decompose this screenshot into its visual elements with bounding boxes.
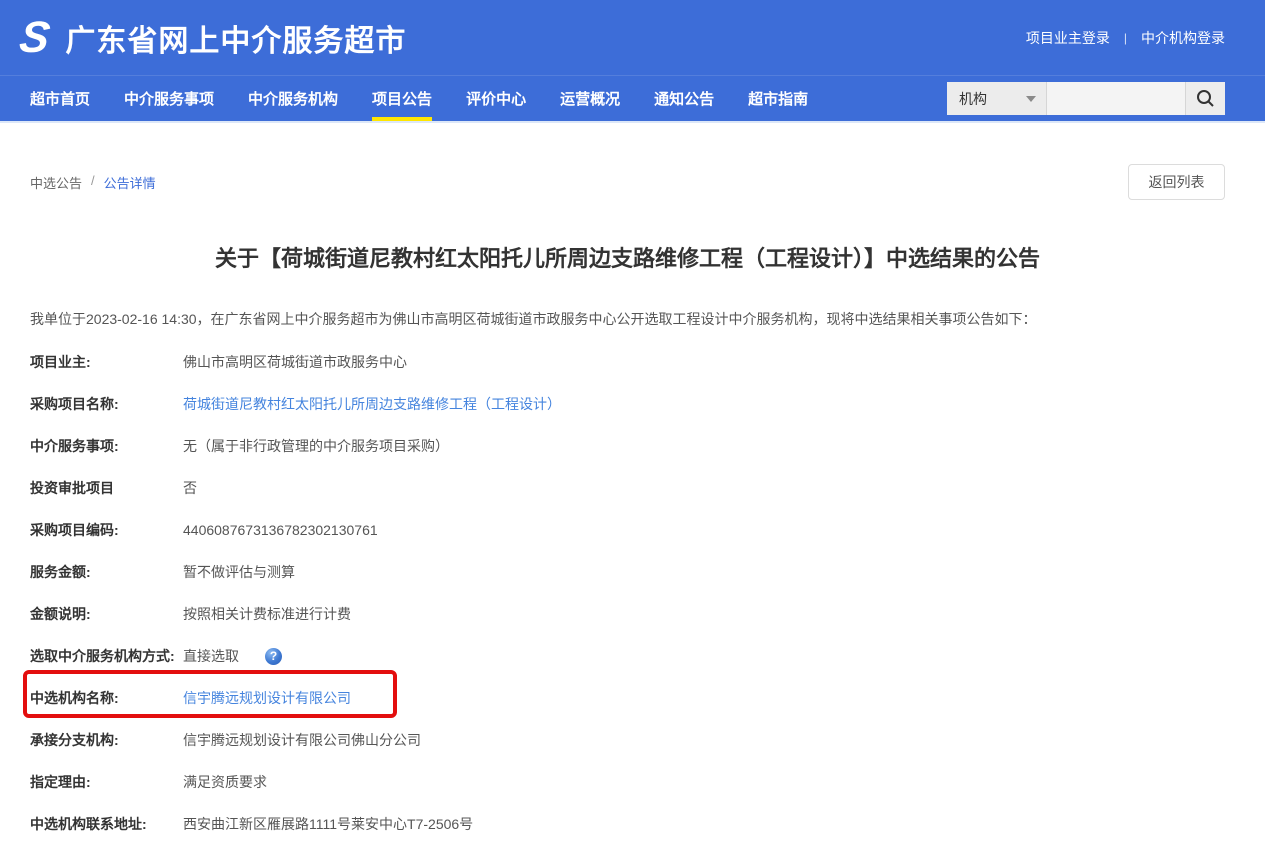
field-label: 金额说明: bbox=[30, 604, 183, 624]
breadcrumb-parent[interactable]: 中选公告 bbox=[30, 173, 82, 192]
breadcrumb-current: 公告详情 bbox=[104, 173, 156, 192]
field-row: 中介服务事项:无（属于非行政管理的中介服务项目采购） bbox=[30, 425, 1225, 467]
field-value-link[interactable]: 荷城街道尼教村红太阳托儿所周边支路维修工程（工程设计） bbox=[183, 394, 561, 414]
breadcrumb-separator: / bbox=[91, 173, 95, 192]
nav-item[interactable]: 通知公告 bbox=[654, 76, 714, 121]
brand: S 广东省网上中介服务超市 bbox=[20, 16, 406, 60]
search-box: 机构 bbox=[947, 82, 1225, 115]
site-title: 广东省网上中介服务超市 bbox=[65, 16, 406, 60]
login-links: 项目业主登录 | 中介机构登录 bbox=[1026, 28, 1225, 48]
field-value: 按照相关计费标准进行计费 bbox=[183, 604, 351, 624]
field-row: 承接分支机构:信宇腾远规划设计有限公司佛山分公司 bbox=[30, 719, 1225, 761]
fields: 项目业主:佛山市高明区荷城街道市政服务中心采购项目名称:荷城街道尼教村红太阳托儿… bbox=[30, 341, 1225, 845]
field-row: 金额说明:按照相关计费标准进行计费 bbox=[30, 593, 1225, 635]
field-label: 投资审批项目 bbox=[30, 478, 183, 498]
nav-item[interactable]: 评价中心 bbox=[466, 76, 526, 121]
field-value: 西安曲江新区雁展路1111号莱安中心T7-2506号 bbox=[183, 814, 473, 834]
field-label: 中选机构名称: bbox=[30, 688, 183, 708]
field-row: 投资审批项目否 bbox=[30, 467, 1225, 509]
search-category-dropdown[interactable]: 机构 bbox=[947, 82, 1047, 115]
page-title: 关于【荷城街道尼教村红太阳托儿所周边支路维修工程（工程设计）】中选结果的公告 bbox=[30, 246, 1225, 272]
field-value: 佛山市高明区荷城街道市政服务中心 bbox=[183, 352, 407, 372]
field-value-link[interactable]: 信宇腾远规划设计有限公司 bbox=[183, 688, 351, 708]
search-category-value: 机构 bbox=[959, 89, 987, 109]
field-row: 采购项目名称:荷城街道尼教村红太阳托儿所周边支路维修工程（工程设计） bbox=[30, 383, 1225, 425]
main-nav: 超市首页中介服务事项中介服务机构项目公告评价中心运营概况通知公告超市指南 机构 bbox=[0, 75, 1265, 123]
field-label: 选取中介服务机构方式: bbox=[30, 646, 183, 666]
field-label: 采购项目名称: bbox=[30, 394, 183, 414]
intermediary-login-link[interactable]: 中介机构登录 bbox=[1141, 28, 1225, 48]
field-value: 信宇腾远规划设计有限公司佛山分公司 bbox=[183, 730, 421, 750]
breadcrumb: 中选公告 / 公告详情 bbox=[30, 164, 156, 192]
project-owner-login-link[interactable]: 项目业主登录 bbox=[1026, 28, 1110, 48]
nav-item[interactable]: 中介服务机构 bbox=[248, 76, 338, 121]
field-value: 4406087673136782302130761 bbox=[183, 522, 378, 538]
field-label: 采购项目编码: bbox=[30, 520, 183, 540]
help-icon[interactable]: ? bbox=[265, 648, 282, 665]
field-label: 指定理由: bbox=[30, 772, 183, 792]
nav-item[interactable]: 中介服务事项 bbox=[124, 76, 214, 121]
field-value: 无（属于非行政管理的中介服务项目采购） bbox=[183, 436, 449, 456]
field-row: 采购项目编码:4406087673136782302130761 bbox=[30, 509, 1225, 551]
field-label: 中选机构联系地址: bbox=[30, 814, 183, 834]
nav-item-active[interactable]: 项目公告 bbox=[372, 76, 432, 121]
back-to-list-button[interactable]: 返回列表 bbox=[1128, 164, 1225, 200]
field-label: 承接分支机构: bbox=[30, 730, 183, 750]
nav-item[interactable]: 超市指南 bbox=[748, 76, 808, 121]
field-row: 中选机构名称:信宇腾远规划设计有限公司 bbox=[30, 677, 1225, 719]
field-label: 服务金额: bbox=[30, 562, 183, 582]
field-row: 服务金额:暂不做评估与测算 bbox=[30, 551, 1225, 593]
search-input[interactable] bbox=[1047, 82, 1185, 115]
field-value: 否 bbox=[183, 478, 197, 498]
field-row: 选取中介服务机构方式:直接选取? bbox=[30, 635, 1225, 677]
field-value: 满足资质要求 bbox=[183, 772, 267, 792]
crumb-row: 中选公告 / 公告详情 返回列表 bbox=[30, 164, 1225, 200]
intro-paragraph: 我单位于2023-02-16 14:30，在广东省网上中介服务超市为佛山市高明区… bbox=[30, 309, 1225, 330]
field-value: 暂不做评估与测算 bbox=[183, 562, 295, 582]
chevron-down-icon bbox=[1026, 96, 1036, 102]
field-label: 项目业主: bbox=[30, 352, 183, 372]
search-icon bbox=[1196, 89, 1215, 108]
nav-item[interactable]: 超市首页 bbox=[30, 76, 90, 121]
site-header: S 广东省网上中介服务超市 项目业主登录 | 中介机构登录 bbox=[0, 0, 1265, 75]
search-button[interactable] bbox=[1185, 82, 1225, 115]
announcement-page: 中选公告 / 公告详情 返回列表 关于【荷城街道尼教村红太阳托儿所周边支路维修工… bbox=[0, 164, 1265, 845]
field-row: 项目业主:佛山市高明区荷城街道市政服务中心 bbox=[30, 341, 1225, 383]
nav-item[interactable]: 运营概况 bbox=[560, 76, 620, 121]
login-separator: | bbox=[1124, 31, 1127, 45]
site-logo-icon: S bbox=[17, 16, 57, 60]
field-label: 中介服务事项: bbox=[30, 436, 183, 456]
field-row: 中选机构联系地址:西安曲江新区雁展路1111号莱安中心T7-2506号 bbox=[30, 803, 1225, 845]
field-row: 指定理由:满足资质要求 bbox=[30, 761, 1225, 803]
field-value: 直接选取 bbox=[183, 646, 239, 666]
nav-items: 超市首页中介服务事项中介服务机构项目公告评价中心运营概况通知公告超市指南 bbox=[30, 76, 808, 121]
